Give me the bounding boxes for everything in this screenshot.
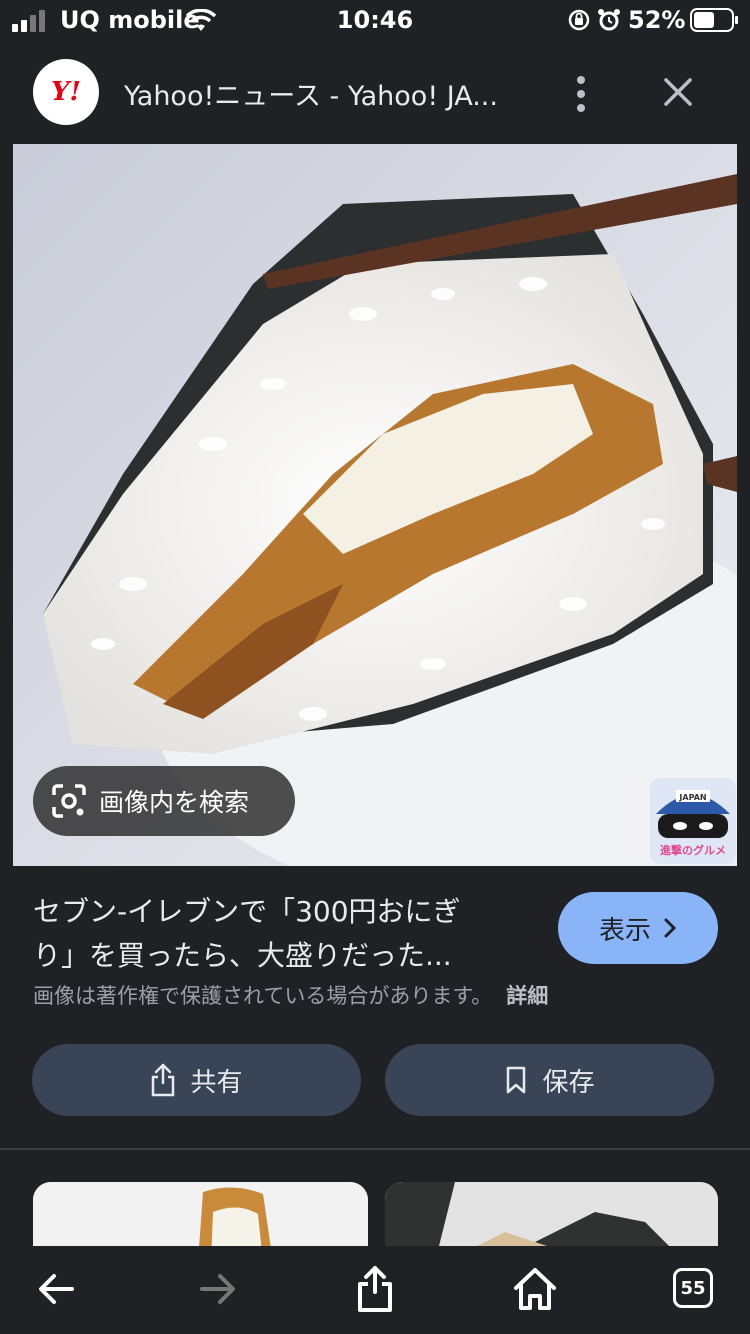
home-icon[interactable] [510, 1264, 560, 1314]
status-bar: UQ mobile 10:46 52% [0, 0, 750, 40]
share-button[interactable]: 共有 [32, 1044, 361, 1116]
details-link[interactable]: 詳細 [506, 984, 548, 1008]
share-icon [152, 1063, 175, 1097]
browser-header: Y! Yahoo!ニュース - Yahoo! JA... [0, 40, 750, 144]
bottom-toolbar: 55 [0, 1246, 750, 1334]
view-button-label: 表示 [598, 915, 651, 946]
image-title-line-1: セブン-イレブンで「300円おにぎ [33, 895, 461, 928]
bookmark-icon [507, 1066, 526, 1094]
logo-text: Y! [51, 77, 81, 107]
image-info-panel: セブン-イレブンで「300円おにぎ り」を買ったら、大盛りだった... 表示 画… [0, 866, 750, 1150]
lens-icon [52, 784, 86, 818]
battery-percentage: 52% [628, 6, 686, 34]
search-in-image-label: 画像内を検索 [99, 788, 250, 817]
share-page-icon[interactable] [350, 1264, 400, 1314]
orientation-lock-icon [568, 9, 590, 31]
main-image[interactable] [13, 144, 737, 866]
chevron-right-icon [664, 918, 677, 938]
tab-switcher-button[interactable]: 55 [673, 1268, 713, 1308]
save-label: 保存 [542, 1067, 595, 1098]
view-button[interactable]: 表示 [558, 892, 718, 964]
search-in-image-button[interactable]: 画像内を検索 [33, 766, 295, 836]
watermark-logo: JAPAN 進撃のグルメ [650, 778, 736, 864]
page-title[interactable]: Yahoo!ニュース - Yahoo! JA... [124, 74, 524, 113]
share-label: 共有 [190, 1067, 243, 1098]
svg-text:JAPAN: JAPAN [678, 793, 706, 802]
tab-count: 55 [680, 1277, 706, 1299]
image-title[interactable]: セブン-イレブンで「300円おにぎ り」を買ったら、大盛りだった... [33, 890, 533, 978]
copyright-text: 画像は著作権で保護されている場合があります。 [33, 984, 493, 1008]
site-logo: Y! [33, 59, 99, 125]
svg-text:進撃のグルメ: 進撃のグルメ [660, 843, 726, 857]
section-divider [0, 1148, 750, 1150]
alarm-icon [598, 9, 620, 31]
back-arrow-icon[interactable] [32, 1264, 82, 1314]
image-title-line-2: り」を買ったら、大盛りだった... [33, 939, 452, 972]
close-icon[interactable] [658, 72, 698, 112]
forward-arrow-icon[interactable] [192, 1264, 242, 1314]
copyright-notice: 画像は著作権で保護されている場合があります。 詳細 [33, 980, 548, 1010]
onigiri-photo [13, 144, 737, 866]
save-button[interactable]: 保存 [385, 1044, 714, 1116]
more-options-icon[interactable] [566, 74, 596, 114]
battery-icon [690, 8, 738, 32]
